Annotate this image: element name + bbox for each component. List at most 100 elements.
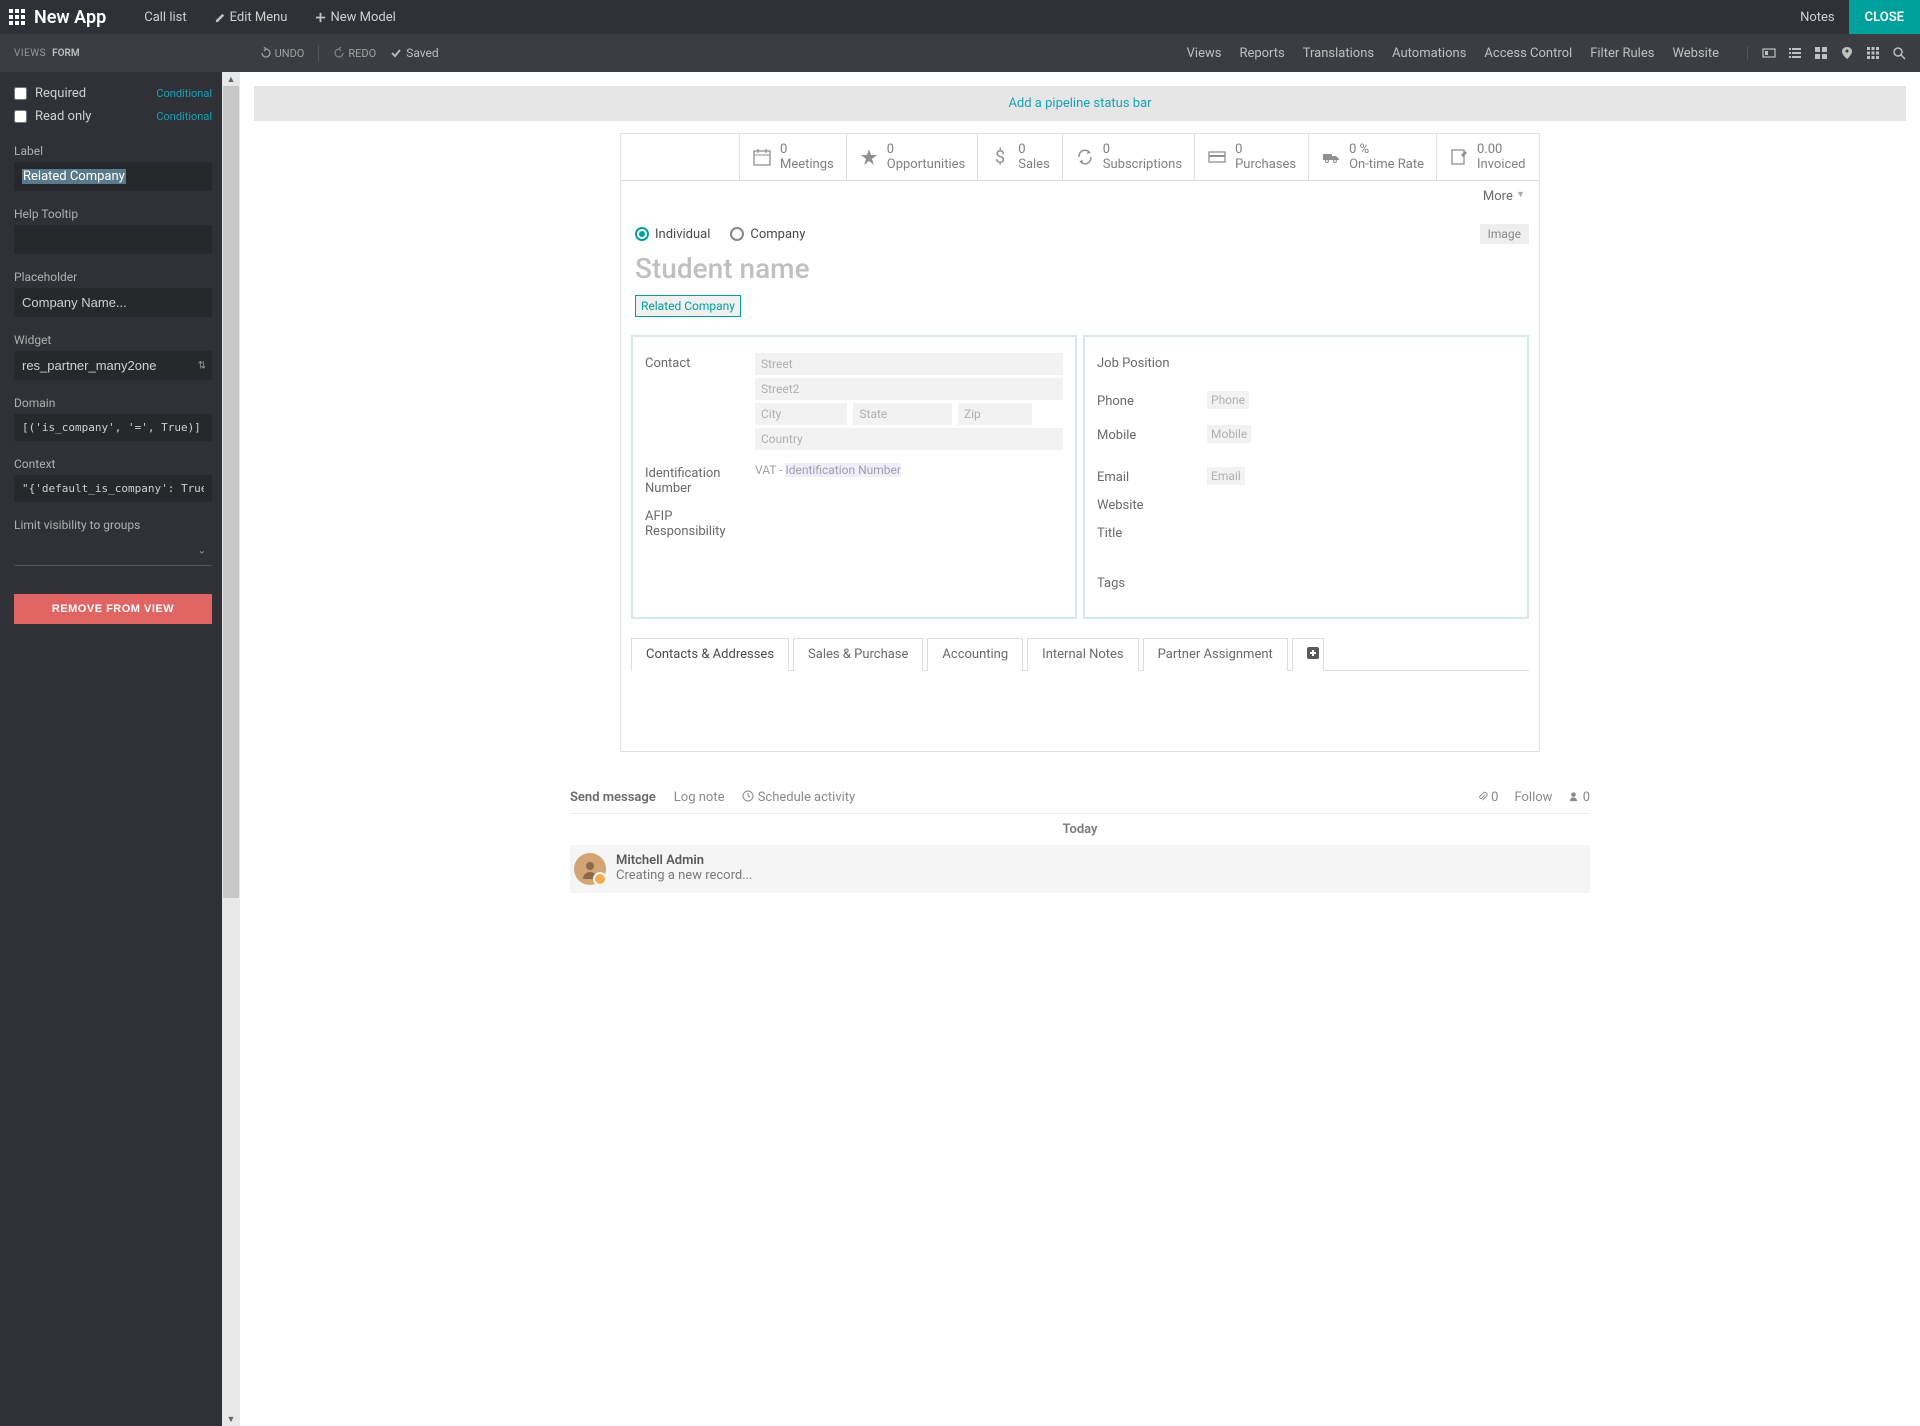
related-company-field[interactable]: Related Company — [635, 295, 741, 317]
more-dropdown[interactable]: More ▼ — [621, 181, 1539, 212]
stat-opportunities[interactable]: 0Opportunities — [846, 134, 977, 180]
city-input[interactable]: City — [755, 403, 847, 425]
follower-count[interactable]: 0 — [1568, 790, 1590, 805]
new-model-label: New Model — [330, 10, 395, 25]
search-icon[interactable] — [1892, 46, 1906, 60]
edit-icon — [1449, 147, 1469, 167]
message: Mitchell Admin Creating a new record... — [570, 845, 1590, 893]
image-placeholder[interactable]: Image — [1480, 224, 1529, 244]
undo-button[interactable]: UNDO — [260, 47, 305, 60]
required-conditional[interactable]: Conditional — [156, 87, 212, 100]
label-input[interactable]: Related Company — [14, 162, 212, 191]
log-note-button[interactable]: Log note — [674, 790, 725, 805]
radio-company[interactable]: Company — [730, 227, 805, 242]
view-kanban-icon[interactable] — [1814, 46, 1828, 60]
email-label: Email — [1097, 467, 1207, 485]
attach-count-value: 0 — [1491, 790, 1498, 805]
stat-val: 0 — [1103, 142, 1182, 157]
notes-button[interactable]: Notes — [1786, 10, 1849, 25]
apps-icon[interactable] — [0, 0, 34, 34]
follower-count-value: 0 — [1583, 790, 1590, 805]
follow-button[interactable]: Follow — [1514, 790, 1552, 805]
stat-invoiced[interactable]: 0.00Invoiced — [1436, 134, 1538, 180]
stat-label: Subscriptions — [1103, 157, 1182, 172]
schedule-activity-button[interactable]: Schedule activity — [742, 790, 855, 805]
phone-input[interactable]: Phone — [1207, 391, 1249, 409]
vat-field[interactable]: VAT - Identification Number — [755, 463, 1063, 477]
radio-individual[interactable]: Individual — [635, 227, 710, 242]
form-label: FORM — [52, 48, 80, 59]
stat-val: 0 — [887, 142, 965, 157]
nav-website[interactable]: Website — [1672, 46, 1719, 61]
context-input[interactable] — [14, 475, 212, 502]
country-input[interactable]: Country — [755, 428, 1063, 450]
student-name-field[interactable]: Student name — [631, 252, 1529, 285]
street2-input[interactable]: Street2 — [755, 378, 1063, 400]
app-name: New App — [34, 7, 106, 28]
menu-edit-menu[interactable]: Edit Menu — [201, 0, 302, 34]
tab-add[interactable] — [1292, 638, 1324, 671]
redo-button[interactable]: REDO — [333, 47, 376, 60]
view-grid-icon[interactable] — [1866, 46, 1880, 60]
scroll-thumb[interactable] — [223, 86, 239, 898]
send-message-button[interactable]: Send message — [570, 790, 656, 805]
nav-filter-rules[interactable]: Filter Rules — [1590, 46, 1654, 61]
stat-purchases[interactable]: 0Purchases — [1194, 134, 1308, 180]
menu-call-list[interactable]: Call list — [130, 0, 200, 34]
truck-icon — [1321, 147, 1341, 167]
attachment-count[interactable]: 0 — [1477, 790, 1499, 805]
required-checkbox[interactable] — [14, 87, 27, 100]
stat-ontime[interactable]: 0 %On-time Rate — [1308, 134, 1436, 180]
street-input[interactable]: Street — [755, 353, 1063, 375]
view-card-icon[interactable] — [1762, 46, 1776, 60]
tab-notes[interactable]: Internal Notes — [1027, 638, 1138, 671]
stat-sales[interactable]: $ 0Sales — [977, 134, 1062, 180]
tab-sales[interactable]: Sales & Purchase — [793, 638, 923, 671]
widget-select[interactable] — [14, 351, 212, 380]
add-pipeline-bar[interactable]: Add a pipeline status bar — [254, 86, 1906, 121]
nav-automations[interactable]: Automations — [1392, 46, 1466, 61]
nav-reports[interactable]: Reports — [1239, 46, 1284, 61]
scroll-down-icon[interactable]: ▼ — [222, 1412, 240, 1426]
email-input[interactable]: Email — [1207, 467, 1245, 485]
readonly-checkbox[interactable] — [14, 110, 27, 123]
title-label: Title — [1097, 523, 1207, 541]
placeholder-input[interactable] — [14, 288, 212, 317]
scroll-up-icon[interactable]: ▲ — [222, 72, 240, 86]
readonly-conditional[interactable]: Conditional — [156, 110, 212, 123]
company-label: Company — [750, 227, 805, 242]
nav-access-control[interactable]: Access Control — [1484, 46, 1572, 61]
placeholder-label: Placeholder — [14, 270, 212, 284]
tab-accounting[interactable]: Accounting — [927, 638, 1023, 671]
schedule-label: Schedule activity — [758, 790, 856, 805]
stat-meetings[interactable]: 0Meetings — [739, 134, 846, 180]
mobile-input[interactable]: Mobile — [1207, 425, 1251, 443]
saved-label: Saved — [406, 46, 438, 60]
view-map-icon[interactable] — [1840, 46, 1854, 60]
domain-label: Domain — [14, 396, 212, 410]
undo-label: UNDO — [275, 47, 305, 60]
job-label: Job Position — [1097, 353, 1207, 371]
tab-partner[interactable]: Partner Assignment — [1143, 638, 1288, 671]
remove-from-view-button[interactable]: REMOVE FROM VIEW — [14, 594, 212, 624]
stat-val: 0 % — [1349, 142, 1424, 157]
state-input[interactable]: State — [853, 403, 952, 425]
nav-views[interactable]: Views — [1187, 46, 1222, 61]
zip-input[interactable]: Zip — [958, 403, 1032, 425]
nav-translations[interactable]: Translations — [1303, 46, 1374, 61]
stat-subscriptions[interactable]: 0Subscriptions — [1062, 134, 1194, 180]
message-author: Mitchell Admin — [616, 853, 753, 868]
help-tooltip-input[interactable] — [14, 225, 212, 254]
tab-contacts[interactable]: Contacts & Addresses — [631, 638, 789, 671]
close-button[interactable]: CLOSE — [1849, 0, 1920, 34]
limit-groups-select[interactable] — [14, 536, 212, 566]
menu-new-model[interactable]: New Model — [301, 0, 409, 34]
idnum-label: Identification Number — [645, 463, 755, 496]
stat-val: 0 — [1018, 142, 1050, 157]
topbar: New App Call list Edit Menu New Model No… — [0, 0, 1920, 34]
refresh-icon — [1075, 147, 1095, 167]
domain-input[interactable] — [14, 414, 212, 441]
view-list-icon[interactable] — [1788, 46, 1802, 60]
sidebar-scrollbar[interactable]: ▲ ▼ — [222, 72, 240, 1426]
widget-label: Widget — [14, 333, 212, 347]
